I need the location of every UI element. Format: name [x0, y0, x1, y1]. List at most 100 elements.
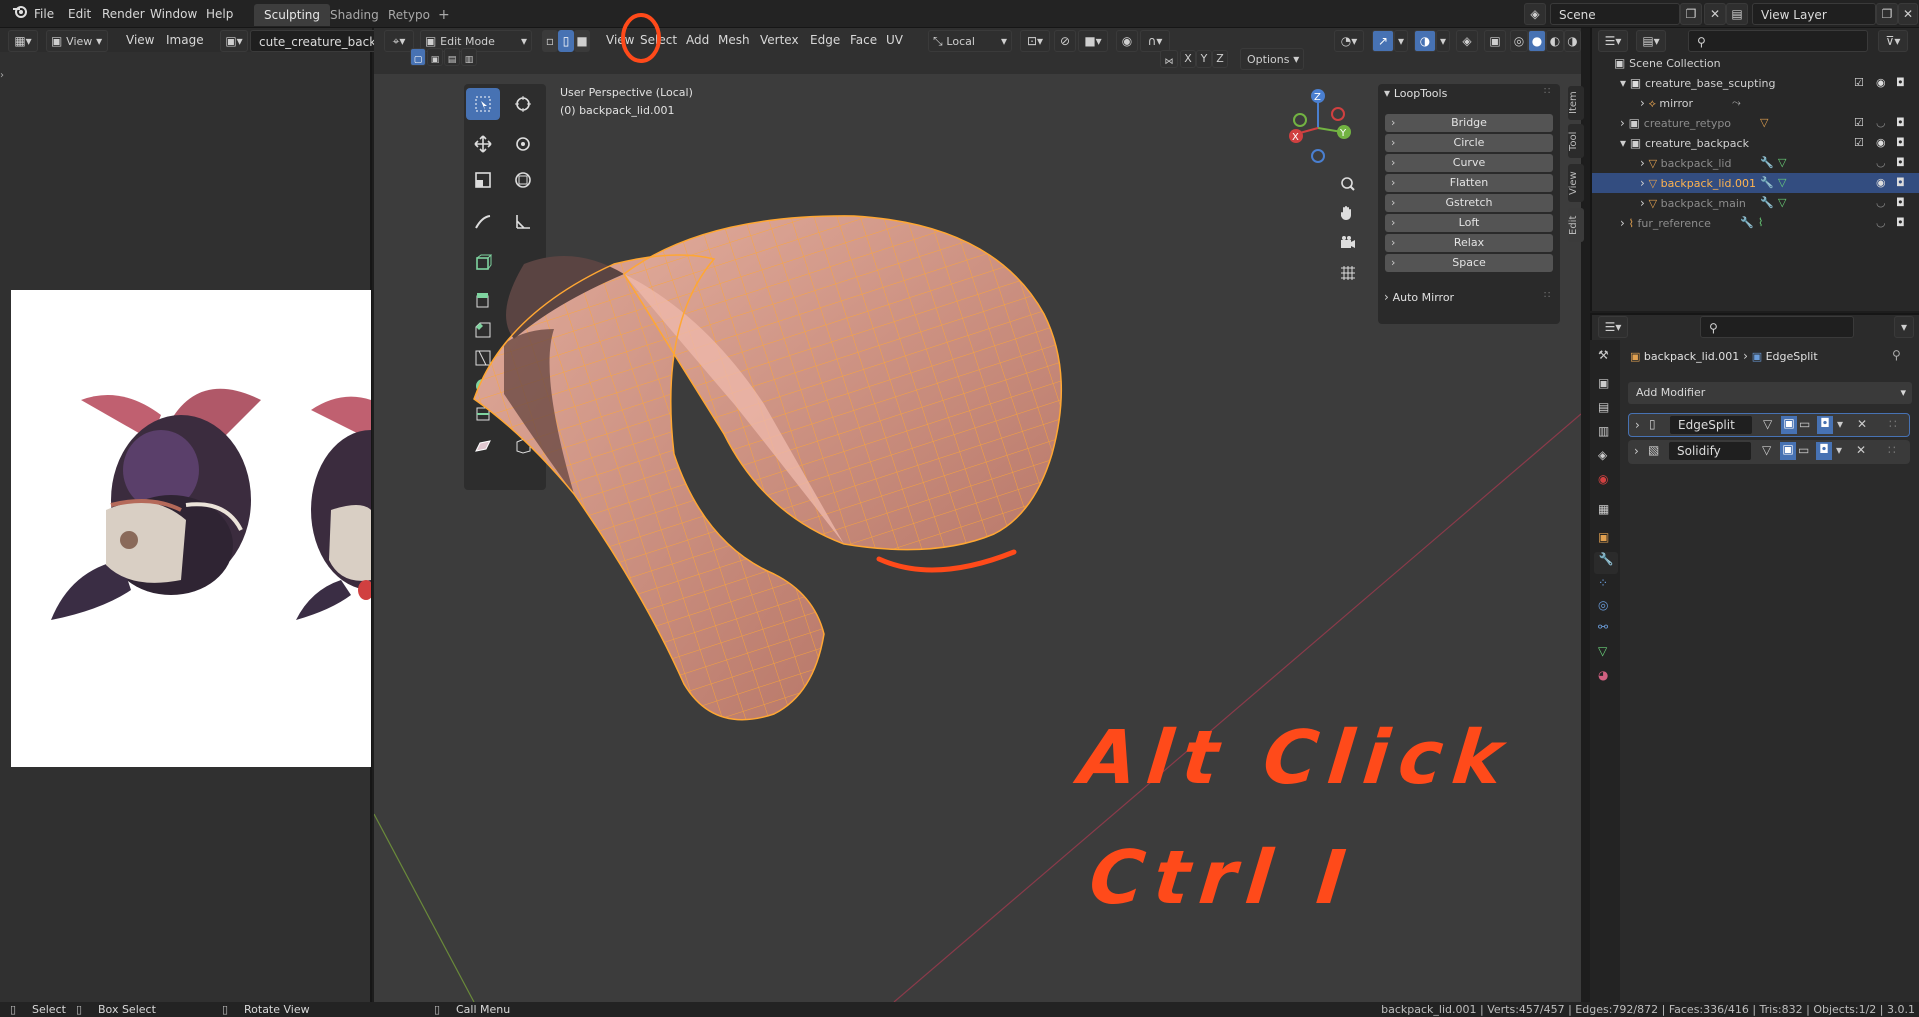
new-view-layer-icon[interactable]: ❐ — [1876, 3, 1898, 25]
snap-icon[interactable]: ⊘ — [1054, 30, 1076, 52]
checkbox-icon[interactable]: ☑ — [1854, 133, 1864, 153]
menu-window[interactable]: Window — [144, 4, 203, 24]
transform-orientation-dropdown[interactable]: ⤡ Local ▾ — [928, 30, 1012, 52]
looptools-circle-button[interactable]: › Circle — [1385, 134, 1553, 152]
outliner-row-backpack-lid-001[interactable]: › ▽ backpack_lid.001 🔧 ▽ ◉ ◘ — [1592, 173, 1919, 193]
looptools-gstretch-button[interactable]: › Gstretch — [1385, 194, 1553, 212]
menu-render[interactable]: Render — [96, 4, 151, 24]
tool-tab-icon[interactable]: ⚒ — [1598, 348, 1609, 362]
eye-closed-icon[interactable]: ◡ — [1876, 153, 1886, 173]
pin-icon[interactable]: ⚲ — [1892, 348, 1901, 362]
proportional-edit-icon[interactable]: ◉ — [1116, 30, 1138, 52]
collapse-arrow-icon[interactable]: › — [0, 70, 8, 82]
select-extend-icon[interactable]: ▣ — [427, 48, 443, 66]
mesh-overlay-icon[interactable]: ◈ — [1456, 30, 1478, 52]
gizmo-menu-icon[interactable]: ▾ — [1394, 30, 1408, 52]
tab-edit[interactable]: Edit — [1568, 208, 1584, 242]
looptools-bridge-button[interactable]: › Bridge — [1385, 114, 1553, 132]
view-mode-dropdown[interactable]: ▣ View ▾ — [46, 30, 108, 52]
view-layer-tab-icon[interactable]: ▥ — [1598, 424, 1609, 438]
view-layer-field[interactable]: View Layer — [1752, 3, 1876, 25]
viewport-camera-icon[interactable] — [1336, 231, 1360, 255]
looptools-flatten-button[interactable]: › Flatten — [1385, 174, 1553, 192]
select-new-icon[interactable]: ▢ — [410, 48, 426, 66]
falloff-icon[interactable]: ∩▾ — [1140, 30, 1170, 52]
edge-select-icon[interactable]: ▯ — [558, 30, 574, 52]
physics-tab-icon[interactable]: ◎ — [1598, 598, 1608, 612]
outliner-row-fur-reference[interactable]: › ⌇ fur_reference 🔧 ⌇ ◡ ◘ — [1592, 213, 1919, 233]
vp-menu-mesh[interactable]: Mesh — [712, 30, 756, 50]
edit-mode-icon[interactable]: ▣ — [1781, 416, 1797, 434]
outliner-row-creature-base[interactable]: ▾ ▣ creature_base_scupting ☑ ◉ ◘ — [1592, 73, 1919, 93]
camera-icon[interactable]: ◘ — [1896, 153, 1905, 173]
outliner-row-backpack-lid[interactable]: › ▽ backpack_lid 🔧 ▽ ◡ ◘ — [1592, 153, 1919, 173]
modifier-edgesplit-panel[interactable]: › ▯ EdgeSplit ▽ ▣ ▭ ◘ ▾ ✕ ∷ — [1628, 413, 1910, 437]
collection-tab-icon[interactable]: ▦ — [1598, 502, 1609, 516]
eye-icon[interactable]: ◉ — [1876, 133, 1886, 153]
select-subtract-icon[interactable]: ▤ — [444, 48, 460, 66]
data-tab-icon[interactable]: ▽ — [1598, 644, 1607, 658]
viewport-ortho-grid-icon[interactable] — [1336, 261, 1360, 285]
gizmo-toggle-icon[interactable]: ↗ — [1372, 30, 1394, 52]
checkbox-icon[interactable]: ☑ — [1854, 73, 1864, 93]
eye-closed-icon[interactable]: ◡ — [1876, 193, 1886, 213]
backpack-lid-mesh[interactable] — [473, 215, 1062, 721]
mirror-axis-icon[interactable]: ⋈ — [1160, 50, 1178, 68]
viewport-pan-icon[interactable] — [1336, 201, 1360, 225]
options-dropdown[interactable]: Options ▾ — [1240, 48, 1304, 70]
render-tab-icon[interactable]: ▣ — [1598, 376, 1609, 390]
properties-type-icon[interactable]: ☰▾ — [1598, 316, 1628, 338]
viewport-display-icon[interactable]: ▭ — [1799, 417, 1810, 431]
navigation-gizmo[interactable]: Z Y X — [1286, 86, 1362, 166]
snap-target-icon[interactable]: ■▾ — [1078, 30, 1108, 52]
overlays-toggle-icon[interactable]: ◑ — [1414, 30, 1436, 52]
checkbox-icon[interactable]: ☑ — [1854, 113, 1864, 133]
auto-mirror-header[interactable]: › Auto Mirror — [1384, 290, 1454, 304]
xray-icon[interactable]: ▣ — [1484, 30, 1506, 52]
particles-tab-icon[interactable]: ⁘ — [1598, 576, 1608, 590]
looptools-loft-button[interactable]: › Loft — [1385, 214, 1553, 232]
eye-icon[interactable]: ◉ — [1876, 73, 1886, 93]
eye-icon[interactable]: ◉ — [1876, 173, 1886, 193]
properties-search-input[interactable]: ⚲ — [1700, 316, 1854, 338]
outliner-row-scene-collection[interactable]: ▣ Scene Collection — [1592, 53, 1919, 73]
mirror-x-button[interactable]: X — [1180, 50, 1196, 68]
looptools-header[interactable]: ▾ LoopTools — [1384, 86, 1447, 100]
outliner-search-input[interactable]: ⚲ — [1688, 30, 1868, 52]
outliner-row-mirror[interactable]: › ⟡ mirror ⤳ — [1592, 93, 1919, 113]
looptools-relax-button[interactable]: › Relax — [1385, 234, 1553, 252]
world-tab-icon[interactable]: ◉ — [1598, 472, 1608, 486]
modifier-name-field[interactable]: Solidify — [1668, 441, 1752, 461]
properties-options-icon[interactable]: ▾ — [1894, 316, 1914, 338]
outliner-row-backpack-main[interactable]: › ▽ backpack_main 🔧 ▽ ◡ ◘ — [1592, 193, 1919, 213]
vp-menu-face[interactable]: Face — [844, 30, 883, 50]
scene-icon[interactable]: ◈ — [1524, 3, 1546, 25]
viewport-zoom-icon[interactable] — [1336, 172, 1360, 196]
filter-icon[interactable]: ⊽▾ — [1878, 30, 1908, 52]
close-icon[interactable]: ✕ — [1857, 417, 1867, 431]
shading-material-icon[interactable]: ◐ — [1546, 30, 1564, 52]
camera-icon[interactable]: ◘ — [1896, 213, 1905, 233]
mirror-z-button[interactable]: Z — [1212, 50, 1228, 68]
visibility-icon[interactable]: ◔▾ — [1334, 30, 1364, 52]
camera-icon[interactable]: ◘ — [1896, 173, 1905, 193]
vp-menu-uv[interactable]: UV — [880, 30, 909, 50]
image-menu-view[interactable]: View — [120, 30, 160, 50]
camera-icon[interactable]: ◘ — [1896, 113, 1905, 133]
tab-tool[interactable]: Tool — [1568, 124, 1584, 158]
menu-help[interactable]: Help — [200, 4, 239, 24]
looptools-space-button[interactable]: › Space — [1385, 254, 1553, 272]
menu-edit[interactable]: Edit — [62, 4, 97, 24]
output-tab-icon[interactable]: ▤ — [1598, 400, 1609, 414]
menu-file[interactable]: File — [28, 4, 60, 24]
pivot-point-icon[interactable]: ⊡▾ — [1020, 30, 1050, 52]
display-mode-icon[interactable]: ▤▾ — [1636, 30, 1666, 52]
outliner-type-icon[interactable]: ☰▾ — [1598, 30, 1628, 52]
chevron-right-icon[interactable]: › — [1634, 444, 1639, 458]
outliner-row-creature-backpack[interactable]: ▾ ▣ creature_backpack ☑ ◉ ◘ — [1592, 133, 1919, 153]
vp-menu-vertex[interactable]: Vertex — [754, 30, 805, 50]
eye-closed-icon[interactable]: ◡ — [1876, 213, 1886, 233]
tab-retypo[interactable]: Retypo — [378, 4, 440, 26]
constraints-tab-icon[interactable]: ⚯ — [1598, 620, 1608, 634]
delete-scene-icon[interactable]: ✕ — [1704, 3, 1726, 25]
